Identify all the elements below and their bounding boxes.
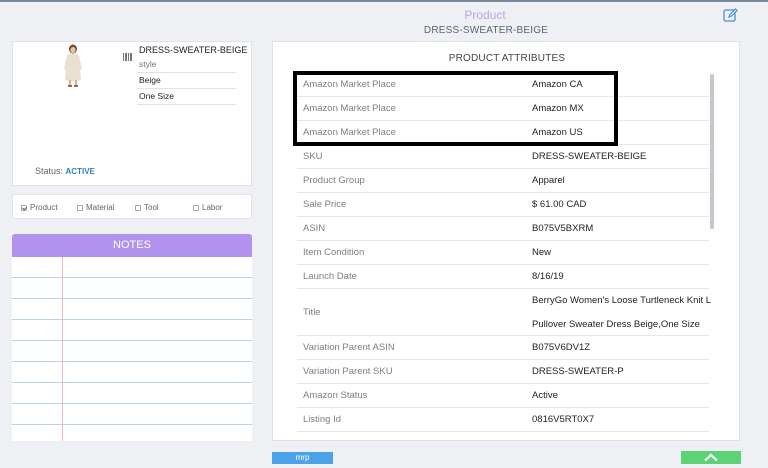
- status-badge: ACTIVE: [65, 167, 95, 176]
- attribute-label: Variation Parent SKU: [303, 366, 393, 377]
- mrp-button[interactable]: mrp: [272, 452, 333, 464]
- notes-margin-line: [62, 257, 63, 441]
- attributes-title: PRODUCT ATTRIBUTES: [448, 53, 566, 64]
- attribute-row[interactable]: ASIN B075V5BXRM: [297, 217, 709, 241]
- attribute-value: New: [532, 247, 552, 258]
- attribute-row[interactable]: Listing Id 0816V5RT0X7: [297, 408, 709, 432]
- attribute-value: Apparel: [532, 175, 565, 186]
- attribute-value: Active: [532, 390, 558, 401]
- chevron-up-icon: [704, 453, 718, 462]
- checkbox-icon: [135, 204, 141, 211]
- attribute-value: B075V5BXRM: [532, 223, 594, 234]
- attribute-value: $ 61.00 CAD: [532, 199, 587, 210]
- attribute-value: B075V6DV1Z: [532, 342, 591, 353]
- attribute-row[interactable]: Product Group Apparel: [297, 169, 709, 193]
- marketplace-highlight-box: [293, 71, 618, 146]
- type-product-checkbox[interactable]: Product: [21, 203, 58, 212]
- top-border: [0, 0, 768, 2]
- status-line: Status: ACTIVE: [35, 166, 95, 176]
- product-image[interactable]: [55, 42, 91, 88]
- size-field[interactable]: One Size: [137, 89, 236, 105]
- attribute-label: ASIN: [303, 223, 326, 234]
- type-label: Tool: [144, 203, 159, 212]
- attribute-value: DRESS-SWEATER-P: [532, 366, 624, 377]
- attribute-label: Product Group: [303, 175, 365, 186]
- page-subtitle: DRESS-SWEATER-BEIGE: [423, 25, 549, 36]
- attribute-label: Amazon Status: [303, 390, 368, 401]
- attribute-value: BerryGo Women's Loose Turtleneck Knit L: [532, 295, 712, 306]
- attribute-label: Launch Date: [303, 271, 357, 282]
- type-label: Material: [86, 203, 115, 212]
- attribute-value: 8/16/19: [532, 271, 564, 282]
- style-field[interactable]: style: [137, 57, 236, 73]
- attribute-value: DRESS-SWEATER-BEIGE: [532, 151, 647, 162]
- attribute-label: Sale Price: [303, 199, 347, 210]
- barcode-icon: [123, 48, 132, 61]
- notes-header: NOTES: [12, 234, 252, 257]
- attribute-value: Pullover Sweater Dress Beige,One Size: [532, 319, 700, 330]
- attribute-row[interactable]: Item Condition New: [297, 241, 709, 265]
- type-label: Product: [30, 203, 58, 212]
- item-type-selector: Product Material Tool Labor: [12, 194, 252, 219]
- notes-textarea[interactable]: [12, 257, 252, 441]
- attribute-label: SKU: [303, 151, 323, 162]
- attribute-label: Variation Parent ASIN: [303, 342, 395, 353]
- edit-icon[interactable]: [722, 7, 738, 23]
- scroll-up-button[interactable]: [681, 451, 741, 464]
- attribute-row[interactable]: Launch Date 8/16/19: [297, 265, 709, 289]
- type-material-checkbox[interactable]: Material: [77, 203, 114, 212]
- checkbox-icon: [193, 204, 199, 211]
- attribute-row[interactable]: Variation Parent ASIN B075V6DV1Z: [297, 336, 709, 360]
- attribute-value: 0816V5RT0X7: [532, 414, 595, 425]
- attribute-label: Listing Id: [303, 414, 342, 425]
- status-label: Status:: [35, 166, 64, 176]
- product-sku: DRESS-SWEATER-BEIGE: [139, 45, 248, 55]
- product-card: DRESS-SWEATER-BEIGE style Beige One Size…: [12, 41, 252, 186]
- type-labor-checkbox[interactable]: Labor: [193, 203, 222, 212]
- type-tool-checkbox[interactable]: Tool: [135, 203, 159, 212]
- attributes-scrollbar[interactable]: [710, 74, 714, 229]
- checkbox-checked-icon: [21, 204, 27, 211]
- attribute-row[interactable]: Sale Price $ 61.00 CAD: [297, 193, 709, 217]
- attribute-row[interactable]: SKU DRESS-SWEATER-BEIGE: [297, 145, 709, 169]
- attribute-row[interactable]: Amazon Status Active: [297, 384, 709, 408]
- attribute-label: Item Condition: [303, 247, 365, 258]
- attribute-label: Title: [303, 307, 321, 318]
- attribute-row[interactable]: Variation Parent SKU DRESS-SWEATER-P: [297, 360, 709, 384]
- page-title: Product: [464, 8, 506, 22]
- color-field[interactable]: Beige: [137, 73, 236, 89]
- type-label: Labor: [202, 203, 223, 212]
- checkbox-icon: [77, 204, 83, 211]
- attribute-row[interactable]: Title BerryGo Women's Loose Turtleneck Kn…: [297, 289, 712, 336]
